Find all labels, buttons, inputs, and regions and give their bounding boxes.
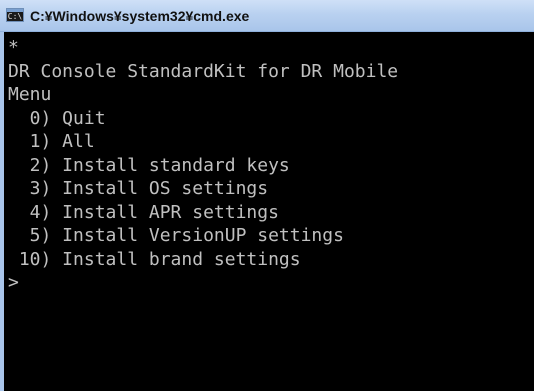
- console-area[interactable]: * DR Console StandardKit for DR Mobile M…: [4, 32, 534, 391]
- menu-option-brand-settings: 10) Install brand settings: [8, 248, 301, 270]
- console-output: * DR Console StandardKit for DR Mobile M…: [8, 36, 398, 295]
- menu-option-versionup-settings: 5) Install VersionUP settings: [8, 225, 344, 246]
- title-bar[interactable]: C:\ C:¥Windows¥system32¥cmd.exe: [0, 0, 534, 32]
- console-line-menu: Menu: [8, 84, 52, 105]
- menu-option-all: 1) All: [8, 131, 95, 152]
- menu-option-os-settings: 3) Install OS settings: [8, 178, 269, 199]
- cmd-app-icon[interactable]: C:\: [6, 8, 24, 22]
- menu-option-quit: 0) Quit: [8, 107, 106, 129]
- console-line-prompt-star: *: [8, 37, 19, 58]
- console-line-header: DR Console StandardKit for DR Mobile: [8, 60, 399, 82]
- window-title: C:¥Windows¥system32¥cmd.exe: [30, 8, 250, 24]
- menu-option-apr-settings: 4) Install APR settings: [8, 201, 279, 223]
- menu-option-standard-keys: 2) Install standard keys: [8, 154, 290, 176]
- cmd-window: C:\ C:¥Windows¥system32¥cmd.exe * DR Con…: [0, 0, 534, 391]
- console-input-prompt[interactable]: >: [8, 271, 398, 295]
